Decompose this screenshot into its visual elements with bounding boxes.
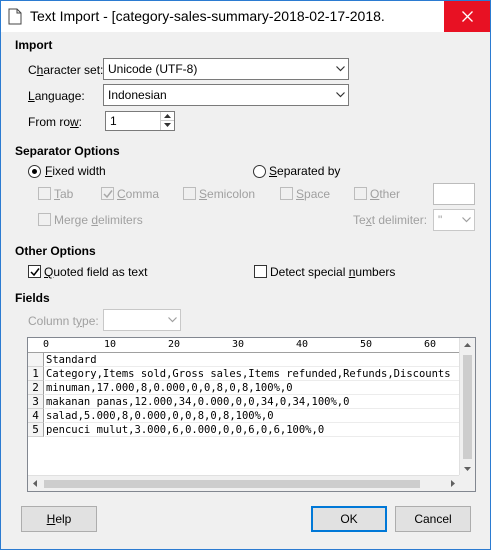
text-delimiter-label: Text delimiter: bbox=[353, 213, 428, 227]
column-type-select[interactable] bbox=[103, 309, 181, 331]
spin-up-button[interactable] bbox=[161, 112, 174, 121]
other-label: Other bbox=[370, 187, 401, 201]
column-type-label: Column type: bbox=[28, 314, 99, 328]
ruler-mark: 50 bbox=[360, 339, 373, 350]
space-label: Space bbox=[296, 187, 331, 201]
ruler-mark: 40 bbox=[296, 339, 309, 350]
language-label: Language: bbox=[28, 89, 85, 103]
from-row-value[interactable]: 1 bbox=[110, 114, 117, 128]
semicolon-label: Semicolon bbox=[199, 187, 256, 201]
horizontal-scroll-thumb[interactable] bbox=[44, 480, 420, 488]
fields-heading: Fields bbox=[15, 291, 50, 305]
close-icon bbox=[461, 11, 473, 22]
preview-row: pencuci mulut,3.000,6,0.000,0,0,6,0,6,10… bbox=[45, 423, 459, 437]
quoted-field-label[interactable]: Quoted field as text bbox=[44, 265, 147, 279]
tab-label: Tab bbox=[54, 187, 74, 201]
text-import-dialog: Text Import - [category-sales-summary-20… bbox=[0, 0, 491, 550]
ruler-mark: 20 bbox=[168, 339, 181, 350]
import-heading: Import bbox=[15, 38, 53, 52]
separated-by-radio[interactable] bbox=[253, 165, 266, 178]
tab-checkbox[interactable] bbox=[38, 187, 51, 200]
fixed-width-label[interactable]: Fixed width bbox=[45, 164, 106, 178]
from-row-spinner[interactable]: 1 bbox=[105, 111, 175, 131]
column-ruler[interactable]: 0 10 20 30 40 50 60 bbox=[28, 338, 460, 353]
text-delimiter-value: " bbox=[438, 213, 443, 227]
dialog-content: Import Character set: Unicode (UTF-8) La… bbox=[1, 32, 490, 549]
comma-checkbox[interactable] bbox=[101, 187, 114, 200]
title-bar[interactable]: Text Import - [category-sales-summary-20… bbox=[1, 1, 490, 32]
other-separator-field[interactable] bbox=[433, 183, 475, 205]
scroll-left-icon[interactable] bbox=[33, 480, 37, 487]
help-button[interactable]: Help bbox=[21, 506, 97, 532]
language-select[interactable]: Indonesian bbox=[103, 84, 349, 106]
scroll-down-icon[interactable] bbox=[464, 467, 471, 471]
chevron-down-icon[interactable] bbox=[163, 310, 180, 330]
merge-delimiters-checkbox[interactable] bbox=[38, 213, 51, 226]
scroll-corner bbox=[459, 475, 475, 491]
row-number: 1 bbox=[28, 367, 44, 381]
row-number: 2 bbox=[28, 381, 44, 395]
ruler-mark: 60 bbox=[424, 339, 437, 350]
charset-label: Character set: bbox=[28, 63, 104, 77]
arrow-up-icon bbox=[164, 114, 171, 118]
chevron-down-icon[interactable] bbox=[331, 85, 348, 105]
scroll-right-icon[interactable] bbox=[451, 480, 455, 487]
space-checkbox[interactable] bbox=[280, 187, 293, 200]
vertical-scroll-thumb[interactable] bbox=[463, 355, 472, 459]
merge-delimiters-label: Merge delimiters bbox=[54, 213, 143, 227]
preview-grid[interactable]: 0 10 20 30 40 50 60 1 2 3 4 5 Standard C… bbox=[27, 337, 476, 492]
chevron-down-icon[interactable] bbox=[331, 59, 348, 79]
vertical-scrollbar[interactable] bbox=[459, 338, 475, 476]
quoted-field-checkbox[interactable] bbox=[28, 265, 41, 278]
other-checkbox[interactable] bbox=[354, 187, 367, 200]
arrow-down-icon bbox=[164, 123, 171, 127]
detect-special-numbers-label[interactable]: Detect special numbers bbox=[270, 265, 395, 279]
ruler-mark: 0 bbox=[43, 339, 50, 350]
column-type-header[interactable]: Standard bbox=[45, 353, 459, 367]
separated-by-label[interactable]: Separated by bbox=[269, 164, 340, 178]
cancel-button[interactable]: Cancel bbox=[395, 506, 471, 532]
chevron-down-icon[interactable] bbox=[457, 210, 474, 230]
scroll-up-icon[interactable] bbox=[464, 343, 471, 347]
separator-options-heading: Separator Options bbox=[15, 144, 120, 158]
charset-select[interactable]: Unicode (UTF-8) bbox=[103, 58, 349, 80]
close-button[interactable] bbox=[444, 1, 490, 32]
horizontal-scrollbar[interactable] bbox=[28, 475, 460, 491]
ruler-mark: 30 bbox=[232, 339, 245, 350]
preview-row: salad,5.000,8,0.000,0,0,8,0,8,100%,0 bbox=[45, 409, 459, 423]
preview-row: minuman,17.000,8,0.000,0,0,8,0,8,100%,0 bbox=[45, 381, 459, 395]
semicolon-checkbox[interactable] bbox=[183, 187, 196, 200]
row-number-header bbox=[28, 353, 44, 367]
document-icon bbox=[8, 8, 22, 25]
ruler-mark: 10 bbox=[104, 339, 117, 350]
row-number: 5 bbox=[28, 423, 44, 437]
preview-row: Category,Items sold,Gross sales,Items re… bbox=[45, 367, 459, 381]
spin-down-button[interactable] bbox=[161, 121, 174, 130]
charset-value: Unicode (UTF-8) bbox=[108, 62, 198, 76]
preview-row: makanan panas,12.000,34,0.000,0,0,34,0,3… bbox=[45, 395, 459, 409]
window-title: Text Import - [category-sales-summary-20… bbox=[30, 8, 386, 24]
ok-button[interactable]: OK bbox=[311, 506, 387, 532]
checkmark-icon bbox=[103, 190, 113, 199]
language-value: Indonesian bbox=[108, 88, 167, 102]
row-number: 4 bbox=[28, 409, 44, 423]
checkmark-icon bbox=[30, 268, 40, 277]
from-row-label: From row: bbox=[28, 115, 83, 129]
text-delimiter-select[interactable]: " bbox=[433, 209, 475, 231]
comma-label: Comma bbox=[117, 187, 160, 201]
fixed-width-radio[interactable] bbox=[28, 165, 41, 178]
row-number: 3 bbox=[28, 395, 44, 409]
detect-special-numbers-checkbox[interactable] bbox=[254, 265, 267, 278]
other-options-heading: Other Options bbox=[15, 244, 96, 258]
